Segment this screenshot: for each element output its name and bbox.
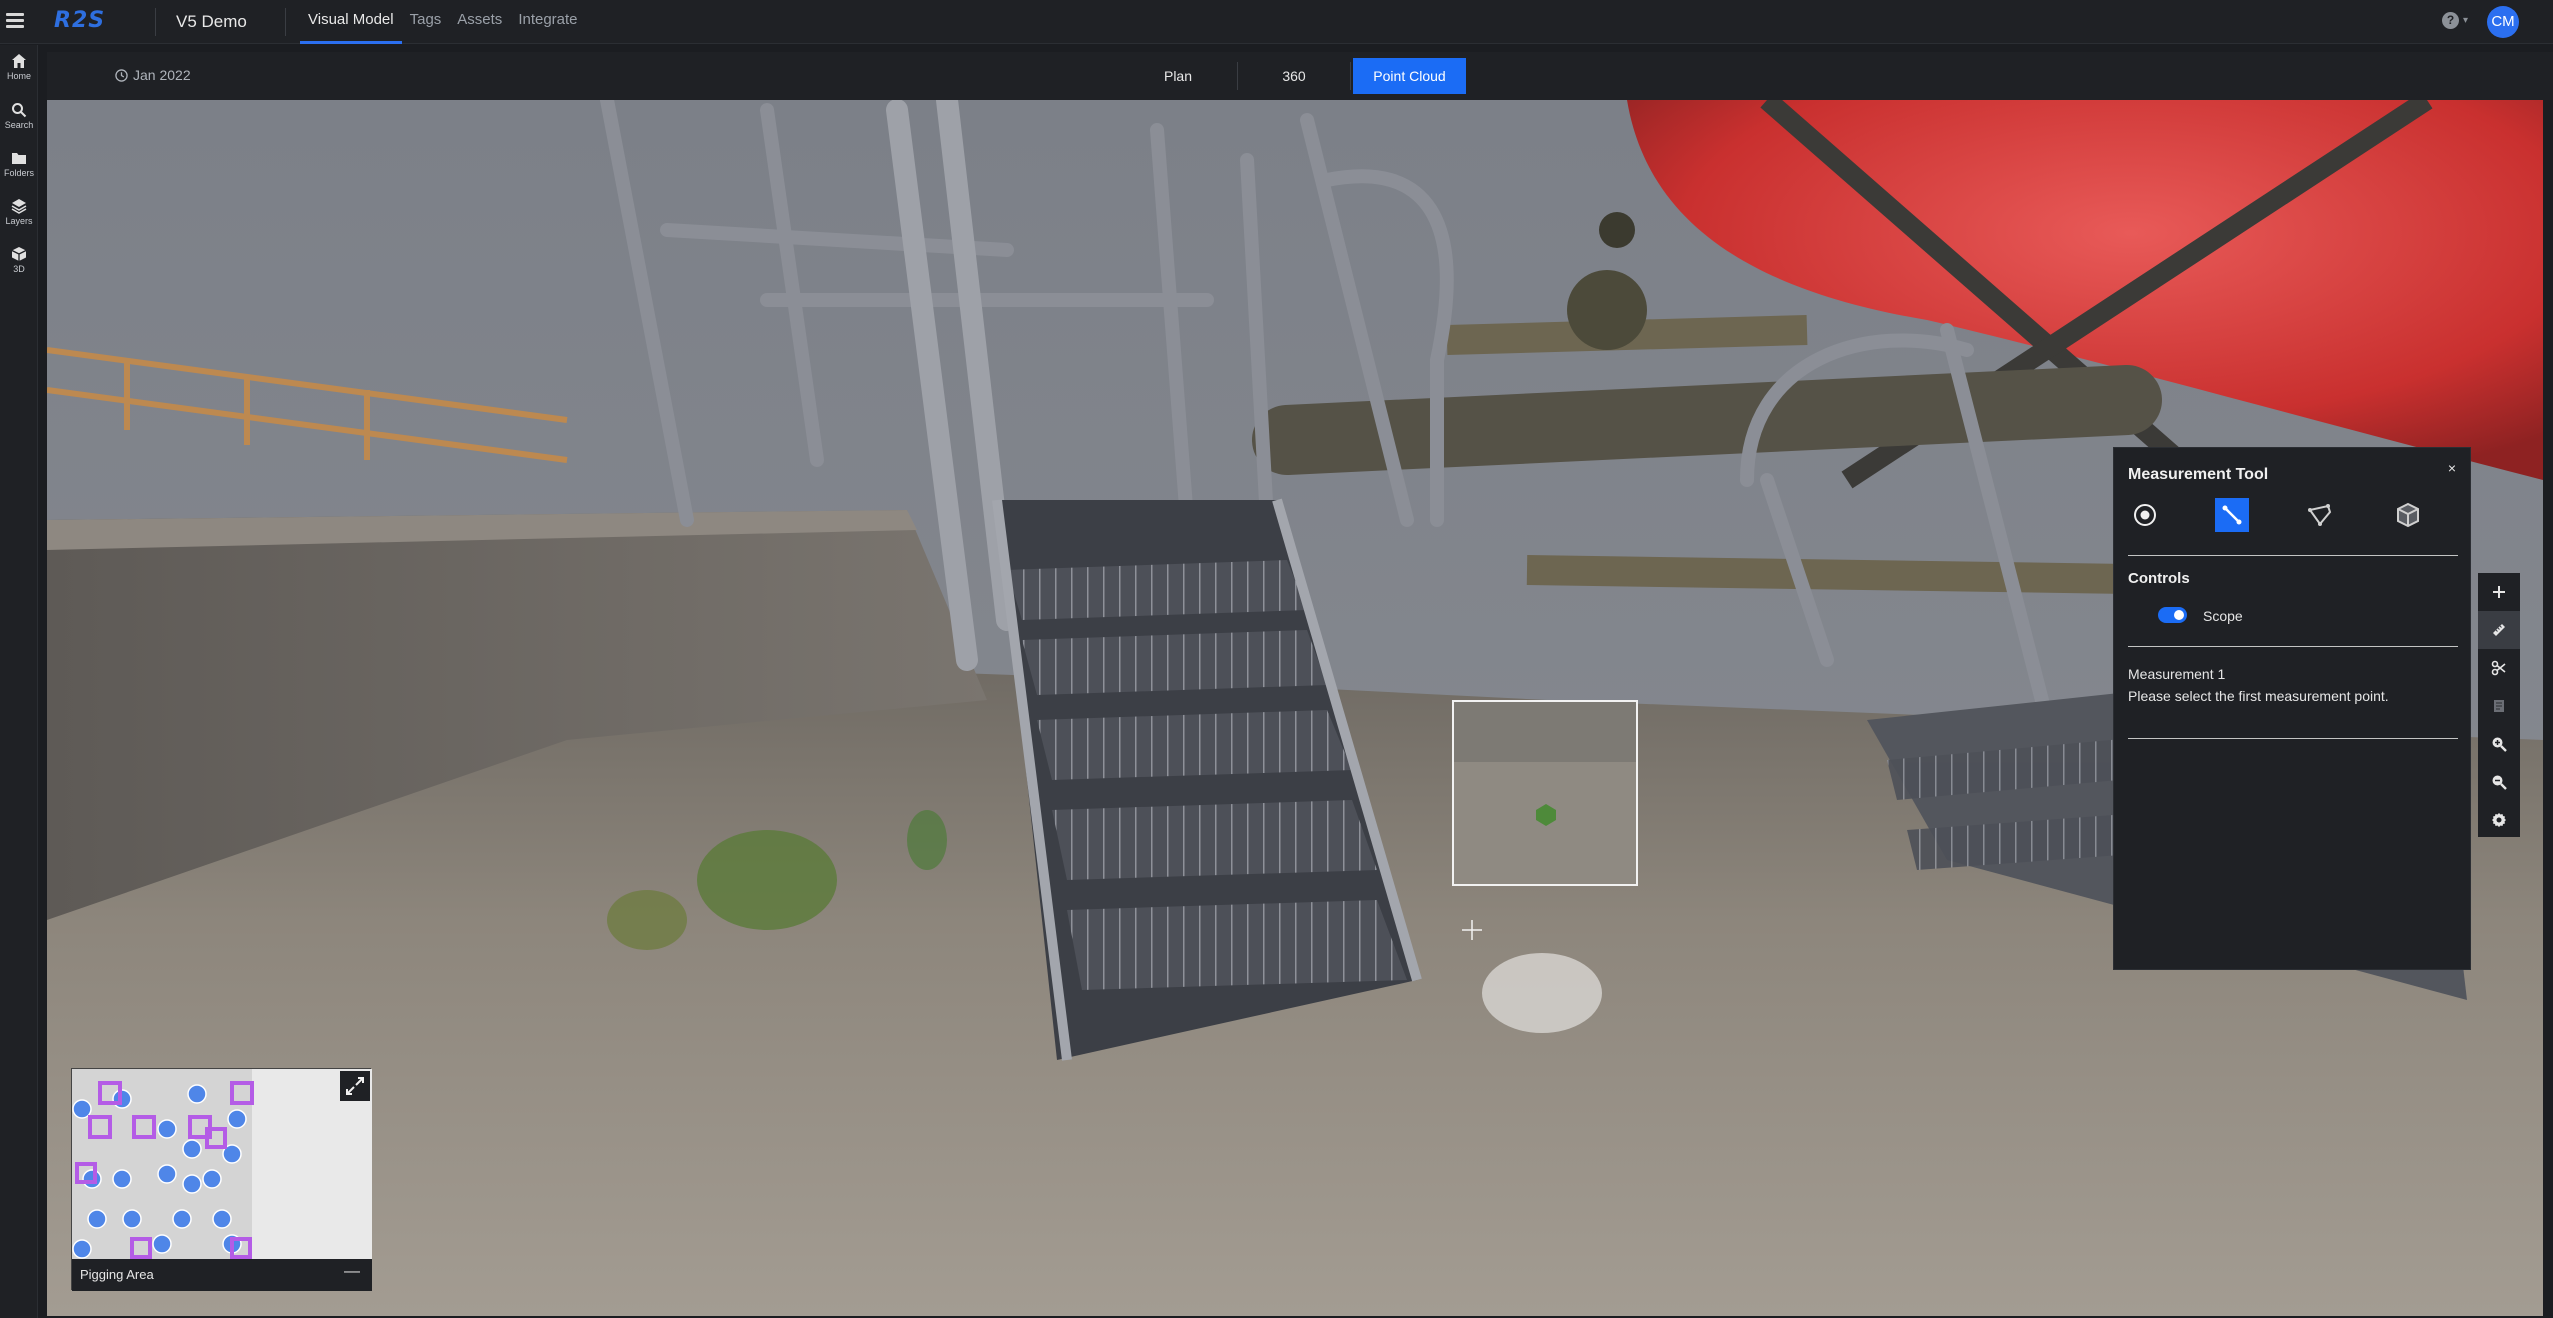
area-tool-button[interactable]	[2303, 498, 2337, 532]
measure-button[interactable]	[2478, 611, 2520, 649]
settings-button[interactable]	[2478, 801, 2520, 839]
sidebar-item-3d[interactable]: 3D	[0, 246, 38, 274]
zoom-in-icon	[2492, 737, 2507, 752]
capture-date-label: Jan 2022	[133, 67, 191, 83]
scope-label: Scope	[2203, 608, 2243, 624]
divider	[1350, 62, 1351, 90]
sidebar-item-folders[interactable]: Folders	[0, 150, 38, 178]
sidebar-item-label: 3D	[13, 264, 25, 274]
sidebar-item-label: Folders	[3, 168, 34, 178]
top-bar: R2S V5 Demo Visual Model Tags Assets Int…	[0, 0, 2553, 44]
main-nav: Visual Model Tags Assets Integrate	[300, 0, 586, 44]
magnified-view	[1454, 702, 1636, 884]
tab-visual-model[interactable]: Visual Model	[300, 0, 402, 44]
tab-assets[interactable]: Assets	[449, 0, 510, 44]
viewer-toolbar	[2478, 573, 2520, 837]
scope-toggle[interactable]	[2158, 607, 2187, 623]
minimap-plan	[72, 1069, 372, 1259]
view-360-button[interactable]: 360	[1254, 58, 1334, 94]
point-tool-button[interactable]	[2128, 498, 2162, 532]
tab-integrate[interactable]: Integrate	[510, 0, 585, 44]
gear-icon	[2492, 813, 2506, 827]
magnifier-loupe	[1452, 700, 1638, 886]
divider	[2128, 738, 2458, 739]
project-name[interactable]: V5 Demo	[176, 12, 247, 32]
zoom-in-button[interactable]	[2478, 725, 2520, 763]
sidebar-item-layers[interactable]: Layers	[0, 198, 38, 226]
chevron-down-icon[interactable]: ▾	[2463, 15, 2468, 26]
zoom-out-icon	[2492, 775, 2507, 790]
left-sidebar: Home Search Folders Layers 3D	[0, 45, 38, 1318]
minimap-title: Pigging Area	[80, 1267, 154, 1282]
ruler-icon	[2493, 624, 2505, 636]
divider	[2128, 646, 2458, 647]
divider	[155, 8, 156, 36]
view-point-cloud-button[interactable]: Point Cloud	[1353, 58, 1466, 94]
minimap[interactable]: Pigging Area —	[71, 1068, 372, 1291]
measurement-name: Measurement 1	[2128, 666, 2226, 682]
folder-icon	[12, 153, 26, 164]
scissors-icon	[2491, 660, 2506, 676]
sidebar-item-home[interactable]: Home	[0, 53, 38, 81]
plus-icon	[2493, 586, 2505, 598]
minimap-footer: Pigging Area —	[72, 1259, 372, 1291]
measurement-instructions: Please select the first measurement poin…	[2128, 688, 2389, 704]
notes-button[interactable]	[2478, 687, 2520, 725]
capture-date[interactable]: Jan 2022	[115, 67, 191, 83]
panel-title: Measurement Tool	[2128, 466, 2269, 483]
tab-tags[interactable]: Tags	[402, 0, 450, 44]
app-logo[interactable]: R2S	[54, 8, 105, 33]
minimap-map[interactable]	[72, 1069, 372, 1259]
note-icon	[2494, 700, 2504, 712]
cube-icon	[2397, 502, 2419, 528]
help-icon[interactable]: ?	[2442, 12, 2459, 29]
user-avatar[interactable]: CM	[2487, 6, 2519, 38]
crosshair-icon	[1462, 920, 1482, 940]
sidebar-item-search[interactable]: Search	[0, 102, 38, 130]
distance-tool-button[interactable]	[2215, 498, 2249, 532]
expand-minimap-button[interactable]	[340, 1071, 370, 1101]
minimize-minimap-button[interactable]: —	[344, 1263, 360, 1281]
target-icon	[2134, 504, 2156, 526]
divider	[2128, 555, 2458, 556]
cube-icon	[11, 247, 27, 261]
sidebar-item-label: Layers	[5, 216, 33, 226]
add-button[interactable]	[2478, 573, 2520, 611]
search-icon	[12, 103, 27, 118]
divider	[285, 8, 286, 36]
zoom-out-button[interactable]	[2478, 763, 2520, 801]
line-measure-icon	[2222, 505, 2242, 525]
view-toolbar: Jan 2022 Plan 360 Point Cloud	[47, 52, 2553, 100]
controls-heading: Controls	[2128, 570, 2190, 587]
volume-tool-button[interactable]	[2391, 498, 2425, 532]
expand-icon	[346, 1077, 364, 1095]
home-icon	[12, 54, 26, 68]
menu-icon[interactable]	[6, 10, 24, 32]
close-panel-button[interactable]: ×	[2448, 460, 2456, 476]
sidebar-item-label: Home	[6, 71, 31, 81]
clock-icon	[115, 68, 128, 82]
view-plan-button[interactable]: Plan	[1138, 58, 1218, 94]
polygon-icon	[2308, 504, 2332, 526]
sidebar-item-label: Search	[4, 120, 34, 130]
divider	[1237, 62, 1238, 90]
measurement-tool-panel: Measurement Tool × Controls Scope Measur…	[2113, 447, 2471, 970]
layers-icon	[11, 199, 27, 214]
clip-button[interactable]	[2478, 649, 2520, 687]
